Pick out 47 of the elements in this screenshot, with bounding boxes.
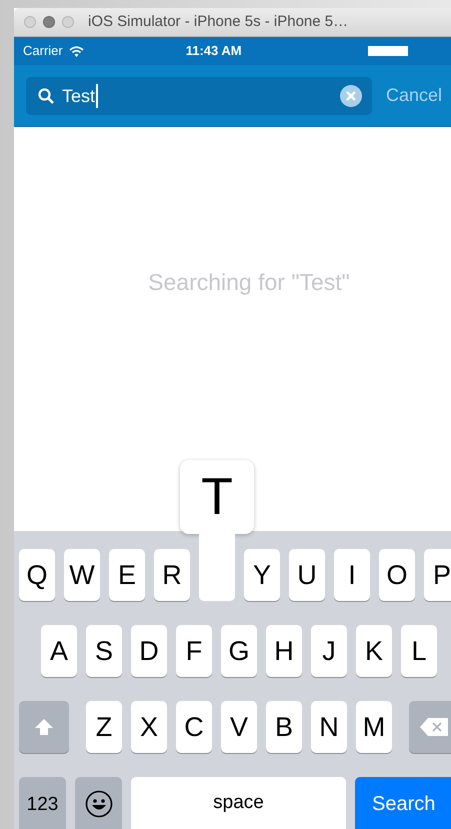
zoom-icon[interactable] bbox=[62, 16, 74, 28]
key-preview: T bbox=[180, 460, 254, 552]
search-icon bbox=[38, 88, 54, 104]
letter-key[interactable]: P bbox=[424, 549, 451, 601]
battery-icon bbox=[368, 46, 408, 56]
close-icon[interactable] bbox=[24, 16, 36, 28]
letter-key[interactable]: F bbox=[176, 625, 212, 677]
letter-key[interactable]: Y bbox=[244, 549, 280, 601]
letter-key[interactable]: X bbox=[131, 701, 167, 753]
letter-key[interactable]: A bbox=[41, 625, 77, 677]
shift-key[interactable] bbox=[19, 701, 69, 753]
letter-key[interactable]: Z bbox=[86, 701, 122, 753]
letter-key[interactable]: K bbox=[356, 625, 392, 677]
letter-key[interactable]: C bbox=[176, 701, 212, 753]
searching-message: Searching for "Test" bbox=[148, 268, 350, 295]
space-key[interactable]: space bbox=[131, 777, 346, 829]
numbers-key[interactable]: 123 bbox=[19, 777, 66, 829]
letter-key[interactable]: O bbox=[379, 549, 415, 601]
letter-key[interactable]: R bbox=[154, 549, 190, 601]
letter-key[interactable]: M bbox=[356, 701, 392, 753]
wifi-icon bbox=[68, 46, 84, 56]
letter-key[interactable]: L bbox=[401, 625, 437, 677]
carrier-label: Carrier bbox=[23, 42, 63, 60]
search-key[interactable]: Search bbox=[355, 777, 451, 829]
letter-key[interactable]: Q bbox=[19, 549, 55, 601]
letter-key[interactable]: V bbox=[221, 701, 257, 753]
minimize-icon[interactable] bbox=[43, 16, 55, 28]
letter-key[interactable]: E bbox=[109, 549, 145, 601]
clock: 11:43 AM bbox=[186, 42, 242, 60]
letter-key[interactable]: I bbox=[334, 549, 370, 601]
letter-key[interactable]: U bbox=[289, 549, 325, 601]
emoji-key[interactable] bbox=[75, 777, 122, 829]
arrow-up-icon bbox=[35, 719, 53, 735]
letter-key[interactable]: S bbox=[86, 625, 122, 677]
letter-key[interactable]: D bbox=[131, 625, 167, 677]
letter-key[interactable]: B bbox=[266, 701, 302, 753]
search-field[interactable]: Test bbox=[26, 76, 372, 114]
window-title: iOS Simulator - iPhone 5s - iPhone 5… bbox=[88, 12, 348, 32]
letter-key[interactable]: H bbox=[266, 625, 302, 677]
letter-key[interactable]: W bbox=[64, 549, 100, 601]
clear-icon[interactable] bbox=[340, 84, 362, 106]
backspace-icon bbox=[420, 718, 448, 736]
letter-key[interactable]: G bbox=[221, 625, 257, 677]
delete-key[interactable] bbox=[409, 701, 451, 753]
letter-key[interactable]: N bbox=[311, 701, 347, 753]
letter-key[interactable]: J bbox=[311, 625, 347, 677]
smiley-icon bbox=[84, 790, 112, 818]
